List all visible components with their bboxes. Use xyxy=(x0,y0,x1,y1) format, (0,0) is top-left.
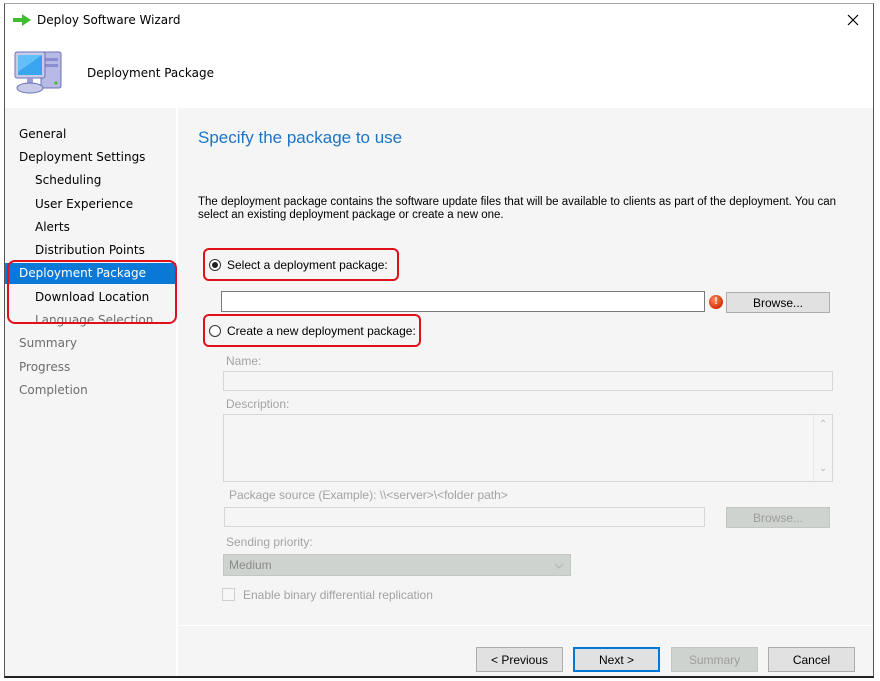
wizard-step-nav: General Deployment Settings Scheduling U… xyxy=(5,108,178,676)
create-new-radio-row[interactable]: Create a new deployment package: xyxy=(209,324,416,338)
banner-title: Deployment Package xyxy=(87,66,214,80)
nav-item-download-location[interactable]: Download Location xyxy=(5,287,176,308)
next-button[interactable]: Next > xyxy=(573,647,660,672)
package-source-field xyxy=(224,507,705,527)
browse-package-button[interactable]: Browse... xyxy=(726,292,830,313)
close-icon xyxy=(847,14,859,26)
previous-button[interactable]: < Previous xyxy=(476,647,563,672)
description-scrollbar: ⌃ ⌄ xyxy=(813,415,832,481)
name-field xyxy=(223,371,833,391)
binary-replication-checkbox xyxy=(222,588,235,601)
description-field: ⌃ ⌄ xyxy=(223,414,833,482)
nav-item-general[interactable]: General xyxy=(5,124,176,145)
page-title: Specify the package to use xyxy=(198,128,403,147)
select-existing-label[interactable]: Select a deployment package: xyxy=(227,258,388,272)
wizard-window: Deploy Software Wizard Deployment Packag… xyxy=(4,3,874,678)
cancel-button[interactable]: Cancel xyxy=(768,647,855,672)
nav-item-alerts[interactable]: Alerts xyxy=(5,217,176,238)
error-icon: ! xyxy=(709,295,723,309)
create-new-label[interactable]: Create a new deployment package: xyxy=(227,324,416,338)
select-existing-radio[interactable] xyxy=(209,259,221,271)
scroll-up-icon: ⌃ xyxy=(819,419,828,430)
page-description: The deployment package contains the soft… xyxy=(198,196,837,221)
close-button[interactable] xyxy=(833,4,873,36)
create-new-radio[interactable] xyxy=(209,325,221,337)
nav-item-progress: Progress xyxy=(19,360,71,374)
footer-divider xyxy=(178,625,873,626)
scroll-down-icon: ⌄ xyxy=(819,463,828,474)
nav-item-deployment-package[interactable]: Deployment Package xyxy=(5,263,176,284)
nav-item-deployment-settings[interactable]: Deployment Settings xyxy=(5,147,176,168)
chevron-down-icon xyxy=(554,563,564,569)
sending-priority-select: Medium xyxy=(223,554,571,576)
computer-icon xyxy=(14,51,62,94)
deployment-package-field[interactable] xyxy=(221,291,705,312)
nav-item-distribution-points[interactable]: Distribution Points xyxy=(5,240,176,261)
nav-item-user-experience[interactable]: User Experience xyxy=(5,194,176,215)
browse-source-button: Browse... xyxy=(726,507,830,528)
package-source-label: Package source (Example): \\<server>\<fo… xyxy=(229,488,508,502)
title-bar: Deploy Software Wizard xyxy=(5,4,873,36)
wizard-banner: Deployment Package xyxy=(5,36,873,108)
wizard-content: Specify the package to use The deploymen… xyxy=(178,108,873,676)
binary-replication-label: Enable binary differential replication xyxy=(243,588,433,602)
nav-item-scheduling[interactable]: Scheduling xyxy=(5,170,176,191)
sending-priority-label: Sending priority: xyxy=(226,535,313,549)
select-existing-radio-row[interactable]: Select a deployment package: xyxy=(209,258,388,272)
green-arrow-icon xyxy=(13,14,31,26)
sending-priority-value: Medium xyxy=(229,558,272,572)
name-label: Name: xyxy=(226,354,262,368)
nav-item-summary: Summary xyxy=(19,336,77,350)
nav-item-language-selection: Language Selection xyxy=(35,313,154,327)
nav-item-completion: Completion xyxy=(19,383,88,397)
window-title: Deploy Software Wizard xyxy=(37,13,181,27)
summary-button: Summary xyxy=(671,647,758,672)
description-label: Description: xyxy=(226,397,290,411)
